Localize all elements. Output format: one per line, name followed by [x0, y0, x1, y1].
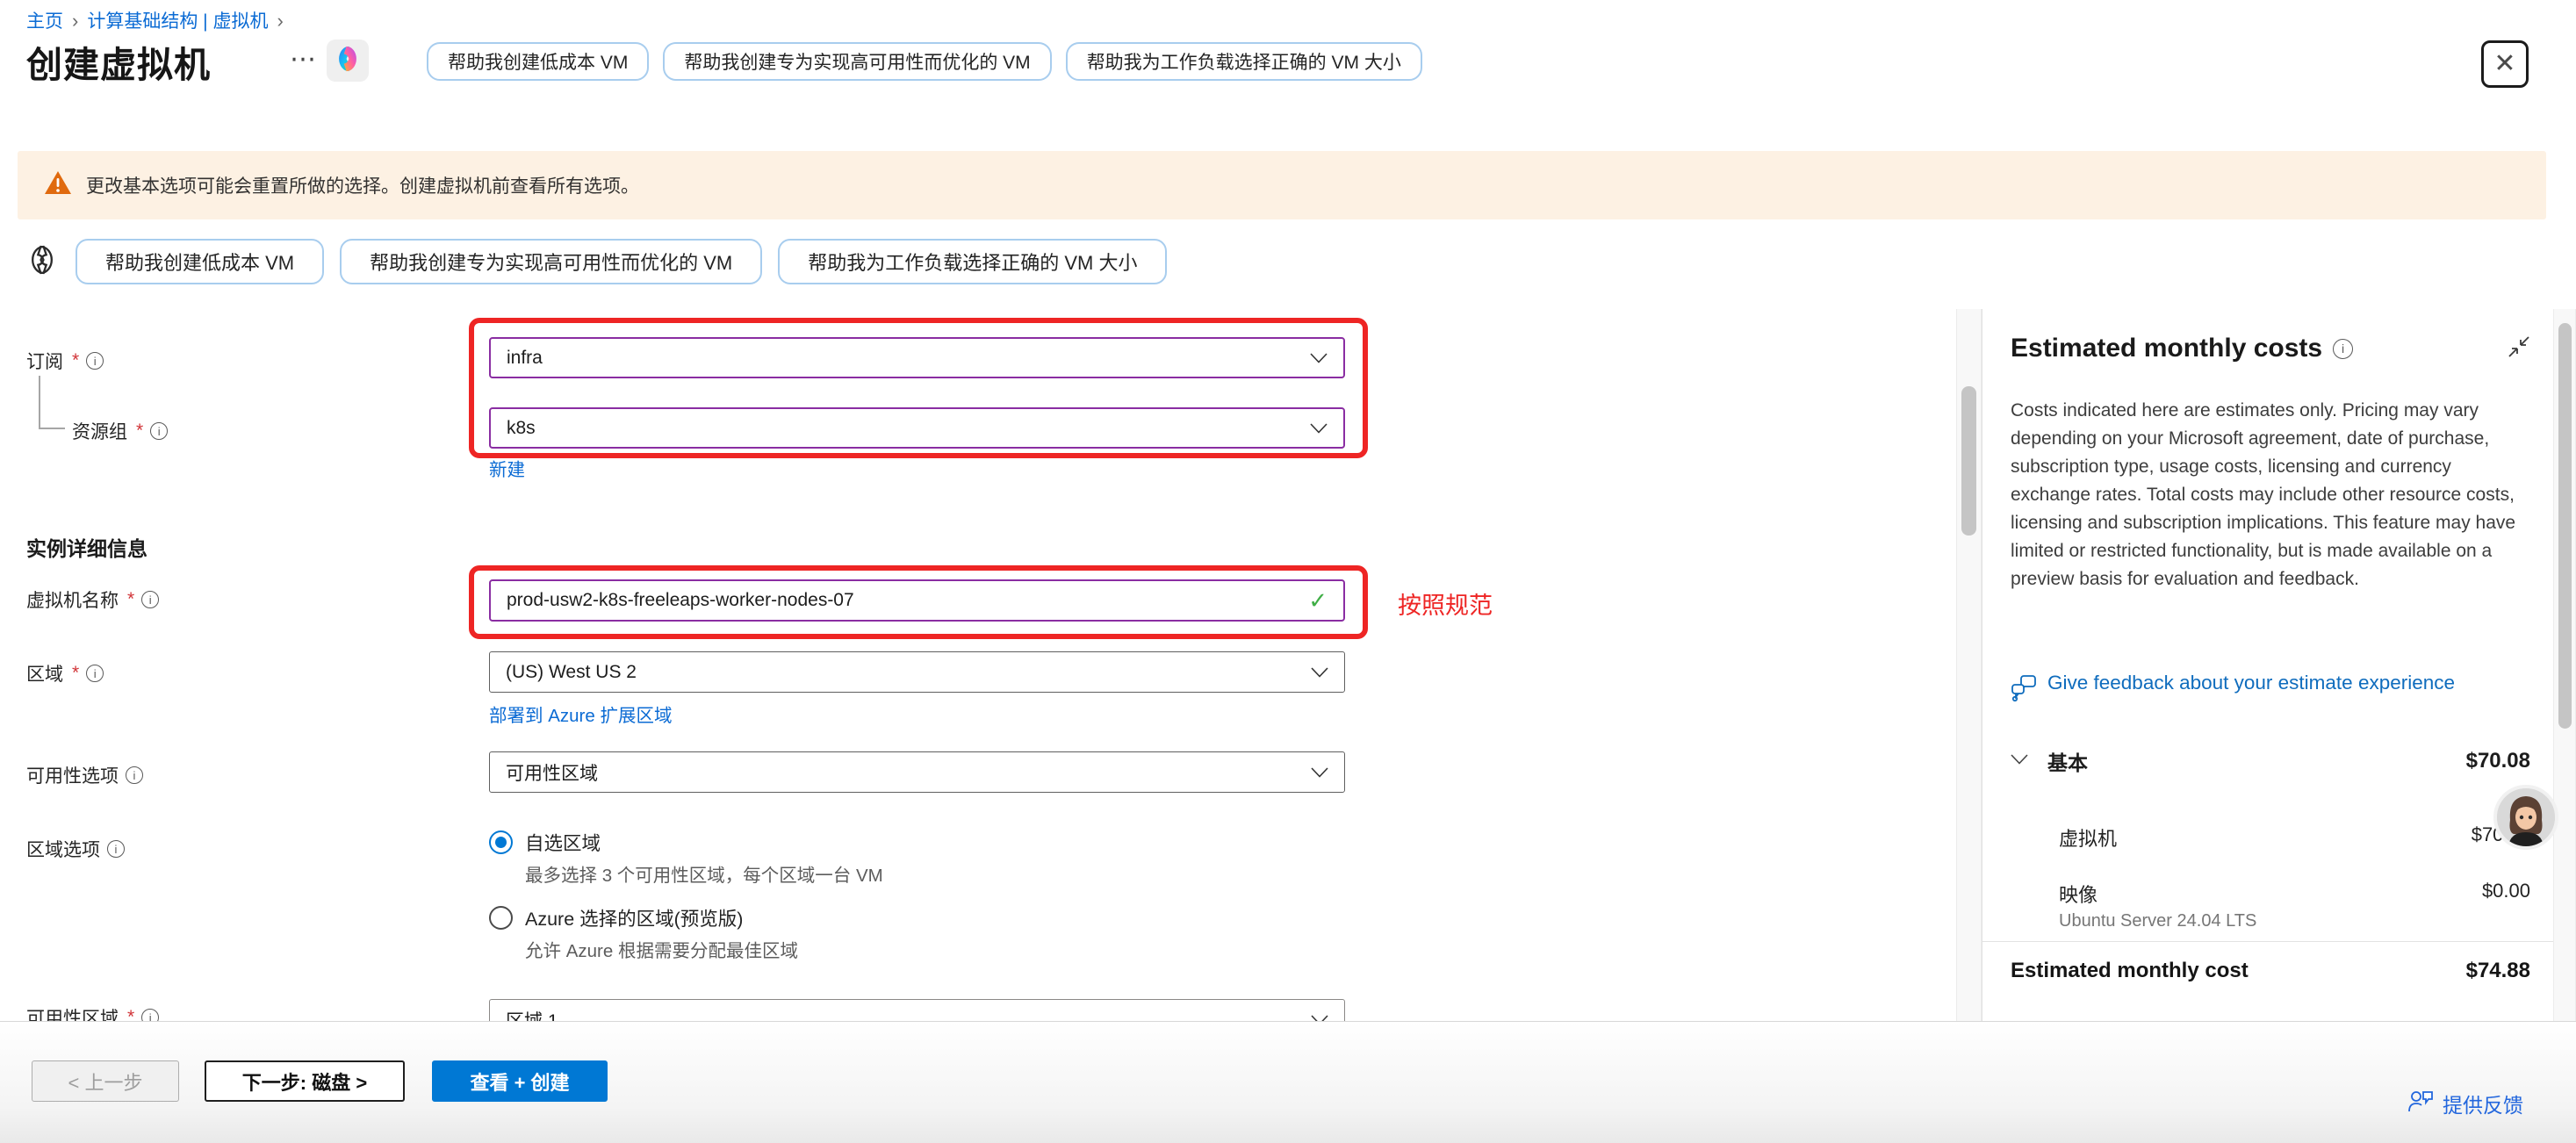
- copilot-suggestions-top: 帮助我创建低成本 VM 帮助我创建专为实现高可用性而优化的 VM 帮助我为工作负…: [427, 42, 1422, 81]
- cost-panel-description: Costs indicated here are estimates only.…: [2011, 397, 2532, 593]
- vm-name-input[interactable]: prod-usw2-k8s-freeleaps-worker-nodes-07 …: [489, 579, 1345, 622]
- review-create-button[interactable]: 查看 + 创建: [432, 1060, 608, 1102]
- form-scrollbar[interactable]: [1956, 309, 1982, 1021]
- cost-item-name: 虚拟机: [2059, 823, 2117, 852]
- resource-group-dropdown[interactable]: k8s: [489, 407, 1345, 449]
- copilot-button[interactable]: [327, 40, 369, 82]
- divider: [1982, 941, 2553, 942]
- previous-button[interactable]: < 上一步: [32, 1060, 179, 1102]
- cost-item-image: 映像 $0.00: [2059, 880, 2530, 908]
- required-asterisk: *: [72, 663, 79, 684]
- radio-selected-icon: [489, 830, 513, 854]
- close-button[interactable]: ✕: [2481, 40, 2529, 88]
- instance-details-section-title: 实例详细信息: [26, 532, 148, 562]
- feedback-bubbles-icon: [2011, 669, 2037, 711]
- chevron-down-icon: [1310, 348, 1328, 369]
- availability-options-value: 可用性区域: [506, 759, 598, 786]
- subscription-dropdown[interactable]: infra: [489, 337, 1345, 378]
- form-scrollbar-thumb[interactable]: [1961, 386, 1976, 536]
- radio-self-selected-zone-desc: 最多选择 3 个可用性区域，每个区域一台 VM: [525, 860, 883, 887]
- chevron-down-icon: [1310, 418, 1328, 439]
- estimate-feedback-link[interactable]: Give feedback about your estimate experi…: [2011, 669, 2511, 711]
- person-feedback-icon: [2407, 1089, 2434, 1118]
- breadcrumb-section-link[interactable]: 计算基础结构 | 虚拟机: [87, 7, 268, 33]
- valid-check-icon: ✓: [1308, 587, 1328, 615]
- copilot-icon: [333, 44, 363, 78]
- required-asterisk: *: [127, 589, 134, 610]
- cost-group-amount: $70.08: [2466, 749, 2530, 773]
- region-dropdown[interactable]: (US) West US 2: [489, 651, 1345, 693]
- cost-panel-title: Estimated monthly costs: [2011, 334, 2322, 363]
- cost-total-row: Estimated monthly cost $74.88: [2011, 959, 2530, 983]
- warning-text: 更改基本选项可能会重置所做的选择。创建虚拟机前查看所有选项。: [86, 172, 639, 198]
- radio-unselected-icon: [489, 906, 513, 930]
- region-value: (US) West US 2: [506, 662, 637, 683]
- give-feedback-link[interactable]: 提供反馈: [2407, 1089, 2523, 1118]
- chevron-down-icon: [1311, 662, 1328, 683]
- cost-panel-header: Estimated monthly costs i: [2011, 334, 2530, 363]
- footer-bar: < 上一步 下一步: 磁盘 > 查看 + 创建 提供反馈: [0, 1021, 2576, 1143]
- cost-item-name: 映像: [2059, 880, 2097, 908]
- breadcrumb: 主页 › 计算基础结构 | 虚拟机 ›: [26, 7, 284, 33]
- copilot-outline-icon: [25, 242, 60, 282]
- avatar: [2493, 785, 2558, 850]
- vm-name-value: prod-usw2-k8s-freeleaps-worker-nodes-07: [507, 590, 854, 611]
- info-icon[interactable]: i: [150, 422, 168, 440]
- cost-total-amount: $74.88: [2466, 959, 2530, 983]
- subscription-value: infra: [507, 348, 543, 369]
- subscription-label: 订阅* i: [26, 348, 104, 374]
- suggestion-high-availability-vm[interactable]: 帮助我创建专为实现高可用性而优化的 VM: [663, 42, 1051, 81]
- info-icon[interactable]: i: [86, 352, 104, 370]
- cost-item-amount: $0.00: [2482, 880, 2530, 908]
- cost-group-name: 基本: [2047, 746, 2088, 776]
- chevron-down-icon: [1311, 762, 1328, 783]
- suggestion-high-availability-vm[interactable]: 帮助我创建专为实现高可用性而优化的 VM: [340, 239, 762, 284]
- page-scrollbar[interactable]: [2553, 309, 2576, 1021]
- required-asterisk: *: [72, 350, 79, 371]
- availability-options-dropdown[interactable]: 可用性区域: [489, 751, 1345, 793]
- breadcrumb-home-link[interactable]: 主页: [26, 7, 63, 33]
- create-vm-page: 主页 › 计算基础结构 | 虚拟机 › 创建虚拟机 ⋯ 帮助我创: [0, 0, 2576, 1143]
- info-icon[interactable]: i: [2333, 339, 2353, 359]
- zone-options-label: 区域选项 i: [26, 836, 125, 862]
- cost-group-basic[interactable]: 基本 $70.08: [2011, 746, 2530, 776]
- cost-item-subtext: Ubuntu Server 24.04 LTS: [2059, 911, 2256, 931]
- copilot-suggestions-row: 帮助我创建低成本 VM 帮助我创建专为实现高可用性而优化的 VM 帮助我为工作负…: [25, 239, 1167, 284]
- deploy-edge-zone-link[interactable]: 部署到 Azure 扩展区域: [489, 701, 672, 727]
- collapse-panel-icon[interactable]: [2508, 335, 2530, 363]
- cost-item-vm: 虚拟机 $70.08: [2059, 823, 2530, 852]
- resource-group-label: 资源组* i: [72, 418, 168, 444]
- resource-group-value: k8s: [507, 418, 536, 439]
- annotation-text: 按照规范: [1398, 586, 1493, 621]
- availability-options-label: 可用性选项 i: [26, 762, 143, 788]
- vm-name-label: 虚拟机名称* i: [26, 586, 159, 613]
- cost-total-label: Estimated monthly cost: [2011, 959, 2249, 983]
- warning-icon: [44, 170, 72, 200]
- tree-connector: [39, 376, 40, 428]
- create-new-resource-group-link[interactable]: 新建: [489, 455, 525, 481]
- info-icon[interactable]: i: [86, 665, 104, 682]
- next-disks-button[interactable]: 下一步: 磁盘 >: [205, 1060, 405, 1102]
- page-title: 创建虚拟机: [26, 35, 211, 88]
- chevron-down-icon: [2011, 753, 2028, 769]
- page-scrollbar-thumb[interactable]: [2558, 323, 2572, 729]
- info-icon[interactable]: i: [126, 766, 143, 784]
- close-icon: ✕: [2493, 51, 2515, 77]
- warning-banner: 更改基本选项可能会重置所做的选择。创建虚拟机前查看所有选项。: [18, 151, 2546, 219]
- chevron-right-icon: ›: [277, 8, 283, 32]
- required-asterisk: *: [136, 421, 143, 442]
- info-icon[interactable]: i: [141, 591, 159, 608]
- more-options-icon[interactable]: ⋯: [290, 44, 318, 75]
- radio-azure-selected-zone-desc: 允许 Azure 根据需要分配最佳区域: [525, 936, 798, 962]
- suggestion-right-vm-size[interactable]: 帮助我为工作负载选择正确的 VM 大小: [778, 239, 1167, 284]
- suggestion-low-cost-vm[interactable]: 帮助我创建低成本 VM: [76, 239, 324, 284]
- tree-connector: [39, 428, 65, 429]
- region-label: 区域* i: [26, 660, 104, 687]
- radio-azure-selected-zone[interactable]: Azure 选择的区域(预览版): [489, 904, 743, 931]
- suggestion-right-vm-size[interactable]: 帮助我为工作负载选择正确的 VM 大小: [1066, 42, 1422, 81]
- suggestion-low-cost-vm[interactable]: 帮助我创建低成本 VM: [427, 42, 649, 81]
- chevron-right-icon: ›: [72, 8, 78, 32]
- radio-self-selected-zone[interactable]: 自选区域: [489, 829, 601, 856]
- info-icon[interactable]: i: [107, 840, 125, 858]
